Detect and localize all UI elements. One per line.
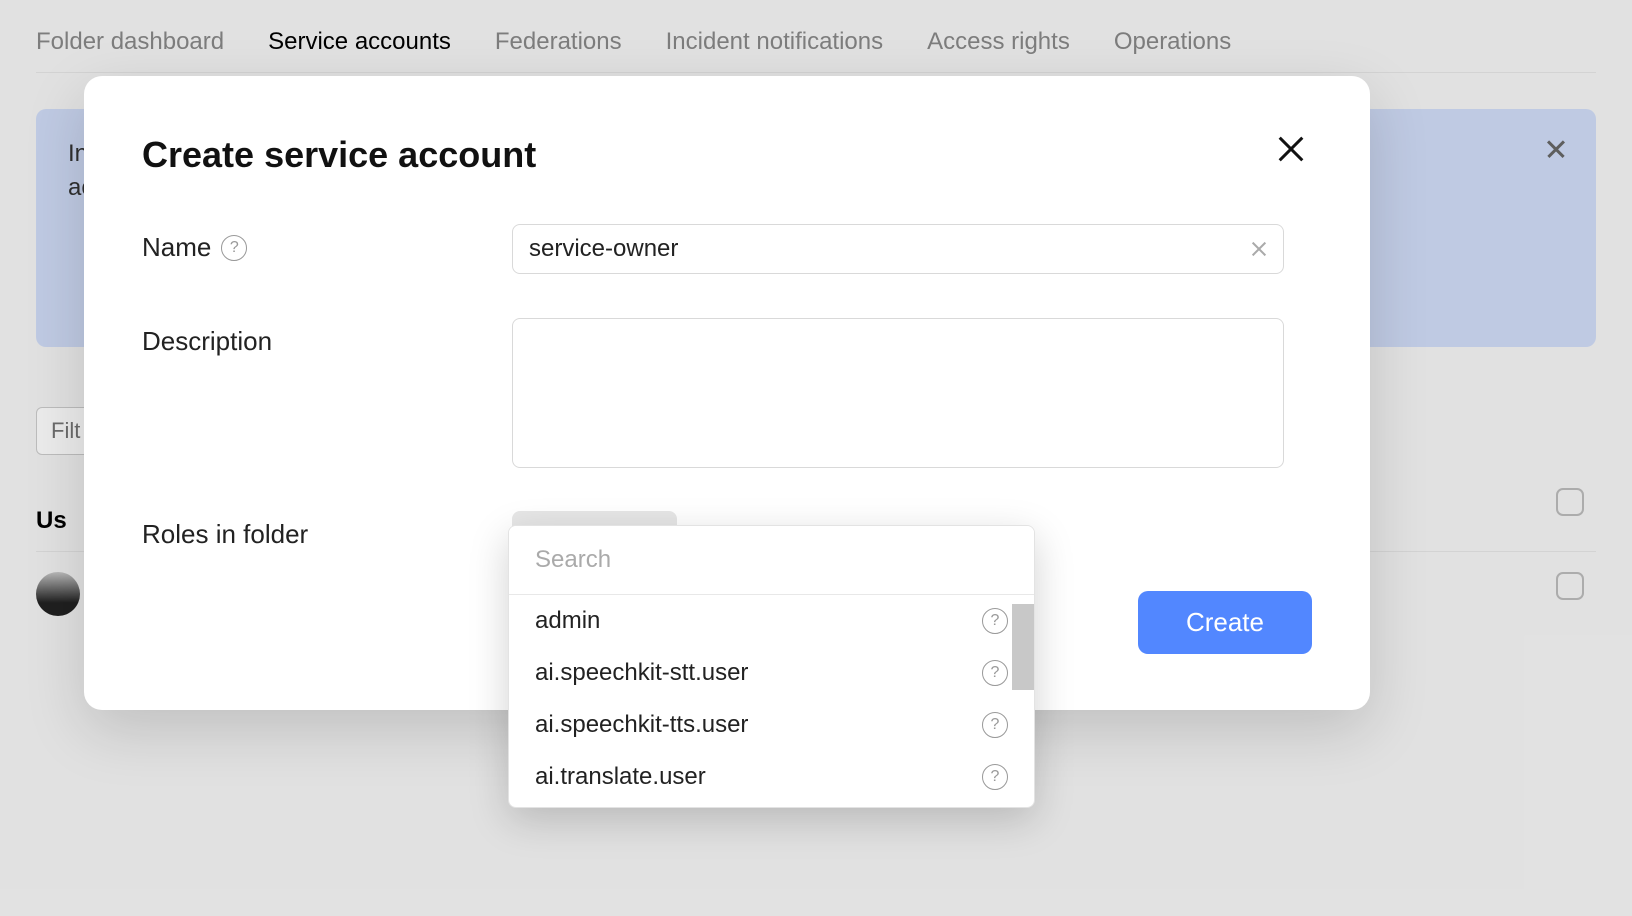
roles-search-input[interactable] <box>509 526 1034 595</box>
clear-input-icon[interactable] <box>1248 238 1270 260</box>
role-option-speechkit-stt[interactable]: ai.speechkit-stt.user ? <box>509 647 1034 699</box>
role-option-speechkit-tts[interactable]: ai.speechkit-tts.user ? <box>509 699 1034 751</box>
modal-title: Create service account <box>142 134 1300 176</box>
roles-label-text: Roles in folder <box>142 519 308 550</box>
name-input[interactable] <box>512 224 1284 274</box>
form-row-description: Description <box>142 318 1300 473</box>
create-button[interactable]: Create <box>1138 591 1312 654</box>
role-option-label: ai.translate.user <box>535 763 706 791</box>
description-label: Description <box>142 318 512 357</box>
roles-dropdown: admin ? ai.speechkit-stt.user ? ai.speec… <box>508 525 1035 808</box>
role-option-label: ai.speechkit-tts.user <box>535 711 748 739</box>
help-icon[interactable]: ? <box>221 235 247 261</box>
role-option-admin[interactable]: admin ? <box>509 595 1034 647</box>
description-label-text: Description <box>142 326 272 357</box>
help-icon[interactable]: ? <box>982 764 1008 790</box>
help-icon[interactable]: ? <box>982 608 1008 634</box>
role-option-translate[interactable]: ai.translate.user ? <box>509 751 1034 803</box>
role-option-label: admin <box>535 607 600 635</box>
form-row-name: Name ? <box>142 224 1300 274</box>
name-label: Name ? <box>142 224 512 263</box>
role-option-label: ai.speechkit-stt.user <box>535 659 748 687</box>
close-icon[interactable] <box>1274 132 1308 166</box>
help-icon[interactable]: ? <box>982 712 1008 738</box>
description-textarea[interactable] <box>512 318 1284 468</box>
roles-dropdown-list: admin ? ai.speechkit-stt.user ? ai.speec… <box>509 595 1034 803</box>
name-label-text: Name <box>142 232 211 263</box>
roles-label: Roles in folder <box>142 511 512 550</box>
dropdown-scrollbar[interactable] <box>1012 604 1034 690</box>
help-icon[interactable]: ? <box>982 660 1008 686</box>
